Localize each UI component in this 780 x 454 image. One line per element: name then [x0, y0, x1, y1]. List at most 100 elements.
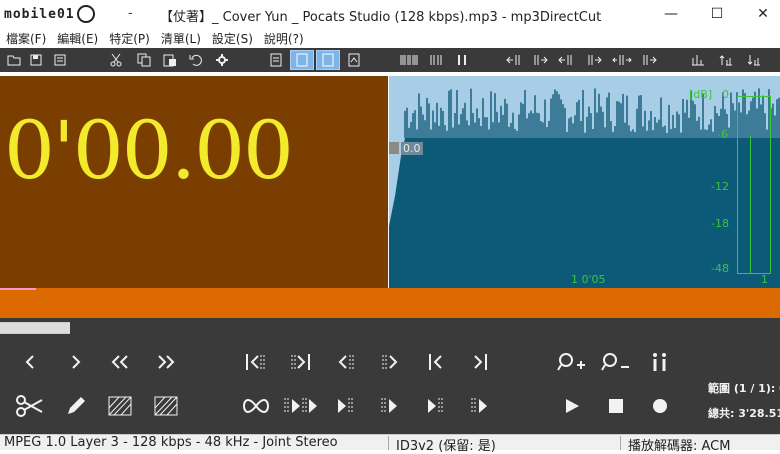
- range-bar[interactable]: [0, 288, 780, 318]
- cue-right-icon[interactable]: [584, 50, 604, 70]
- selection-start-icon: [338, 355, 354, 369]
- status-divider-2: [620, 436, 621, 450]
- zoom-out-icon: [601, 353, 629, 371]
- minimize-button[interactable]: —: [648, 0, 694, 28]
- stop-button[interactable]: [600, 392, 632, 420]
- prev-marker-button[interactable]: [240, 348, 272, 376]
- record-button[interactable]: [644, 392, 676, 420]
- stop-icon: [609, 399, 623, 413]
- barcode-icon[interactable]: [398, 50, 420, 70]
- close-button[interactable]: ✕: [740, 0, 780, 28]
- status-id3: ID3v2 (保留: 是): [396, 439, 496, 454]
- menu-settings[interactable]: 設定(S): [212, 30, 253, 47]
- settings-gear-icon[interactable]: [212, 50, 232, 70]
- page-export-icon[interactable]: [344, 50, 364, 70]
- pause-bars-icon[interactable]: [452, 50, 472, 70]
- scissors-icon: [16, 395, 43, 417]
- hatched-box-2-icon: [154, 396, 178, 416]
- next-cue-icon[interactable]: [530, 50, 550, 70]
- step-back-button[interactable]: [14, 348, 46, 376]
- normalize-icon[interactable]: [688, 50, 708, 70]
- zoom-in-button[interactable]: [556, 348, 588, 376]
- save-split-icon[interactable]: [52, 50, 72, 70]
- time-tick-2: 1 0'1: [761, 273, 778, 288]
- db-meter-left: [737, 136, 751, 274]
- waveform-attack: [389, 138, 405, 288]
- status-decoder: 播放解碼器: ACM: [628, 439, 731, 454]
- split-bars-icon[interactable]: [426, 50, 446, 70]
- waveform-view[interactable]: 0.0 [dB] 0 -6 -12 -18 -48 1 0'05 1 0'1: [389, 76, 780, 288]
- chevron-left-icon: [25, 355, 34, 369]
- cue-left-icon[interactable]: [556, 50, 576, 70]
- menu-bar: 檔案(F) 編輯(E) 特定(P) 清單(L) 設定(S) 說明(?): [0, 28, 780, 48]
- db-unit: [dB]: [689, 88, 713, 101]
- play-to-end-button[interactable]: [330, 392, 362, 420]
- fade-out-button[interactable]: [150, 392, 182, 420]
- minimize-icon: —: [664, 6, 678, 22]
- undo-icon[interactable]: [186, 50, 206, 70]
- db-label-0: 0: [722, 88, 729, 101]
- info-button[interactable]: [644, 348, 676, 376]
- marker-right-icon: [291, 354, 310, 370]
- play-button[interactable]: [556, 392, 588, 420]
- go-start-button[interactable]: [420, 348, 452, 376]
- play-end-button[interactable]: [420, 392, 452, 420]
- play-sel-icon: [284, 398, 317, 414]
- open-file-icon[interactable]: [4, 50, 24, 70]
- play-from-start-button[interactable]: [374, 392, 406, 420]
- menu-list[interactable]: 清單(L): [161, 30, 201, 47]
- play-to-end-icon: [338, 398, 353, 414]
- infinity-icon: [243, 398, 269, 414]
- copy-icon[interactable]: [134, 50, 154, 70]
- fade-in-button[interactable]: [104, 392, 136, 420]
- paste-icon[interactable]: [160, 50, 180, 70]
- cursor-label: 0.0: [401, 142, 423, 155]
- prev-cue-icon[interactable]: [504, 50, 524, 70]
- next-marker-button[interactable]: [284, 348, 316, 376]
- maximize-button[interactable]: ☐: [694, 0, 740, 28]
- save-icon[interactable]: [28, 50, 48, 70]
- step-forward-button[interactable]: [60, 348, 92, 376]
- level-up-icon[interactable]: [716, 50, 736, 70]
- sel-end-button[interactable]: [374, 348, 406, 376]
- menu-file[interactable]: 檔案(F): [6, 30, 46, 47]
- play-end-icon: [428, 398, 443, 414]
- record-icon: [653, 399, 667, 413]
- play-selection-button[interactable]: [282, 392, 320, 420]
- cue-end-icon[interactable]: [640, 50, 660, 70]
- page-view-icon[interactable]: [290, 50, 314, 70]
- fast-back-button[interactable]: [104, 348, 136, 376]
- page-view-2-icon[interactable]: [316, 50, 340, 70]
- time-display-panel: 0'00.00: [0, 76, 388, 288]
- edit-button[interactable]: [60, 392, 92, 420]
- menu-help[interactable]: 說明(?): [264, 30, 304, 47]
- cut-button[interactable]: [14, 392, 46, 420]
- hatched-box-icon: [108, 396, 132, 416]
- control-panel: 範圍 (1 / 1): 0'0 總共: 3'28.51: [0, 318, 780, 434]
- zoom-out-button[interactable]: [600, 348, 632, 376]
- cue-both-icon[interactable]: [610, 50, 634, 70]
- logo-ring-icon: [76, 5, 95, 23]
- menu-special[interactable]: 特定(P): [109, 30, 150, 47]
- play-marker-icon: [471, 398, 487, 414]
- time-display: 0'00.00: [4, 104, 294, 197]
- double-chevron-left-icon: [111, 355, 128, 369]
- level-down-icon[interactable]: [744, 50, 764, 70]
- menu-edit[interactable]: 編輯(E): [57, 30, 98, 47]
- time-tick-1: 1 0'05: [571, 273, 606, 286]
- cursor-marker: [389, 142, 399, 154]
- go-end-button[interactable]: [464, 348, 496, 376]
- seek-slider[interactable]: [0, 322, 70, 334]
- play-marker-button[interactable]: [464, 392, 496, 420]
- marker-left-icon: [246, 354, 265, 370]
- title-separator: -: [128, 6, 133, 21]
- window-title: 【仗著】_ Cover Yun _ Pocats Studio (128 kbp…: [160, 10, 602, 25]
- sel-start-button[interactable]: [330, 348, 362, 376]
- db-label-48: -48: [711, 262, 729, 275]
- document-icon[interactable]: [266, 50, 286, 70]
- db-label-6: -6: [717, 128, 728, 141]
- loop-button[interactable]: [240, 392, 272, 420]
- logo-text: mobile01: [4, 6, 75, 22]
- fast-forward-button[interactable]: [150, 348, 182, 376]
- cut-tool-icon[interactable]: [106, 50, 126, 70]
